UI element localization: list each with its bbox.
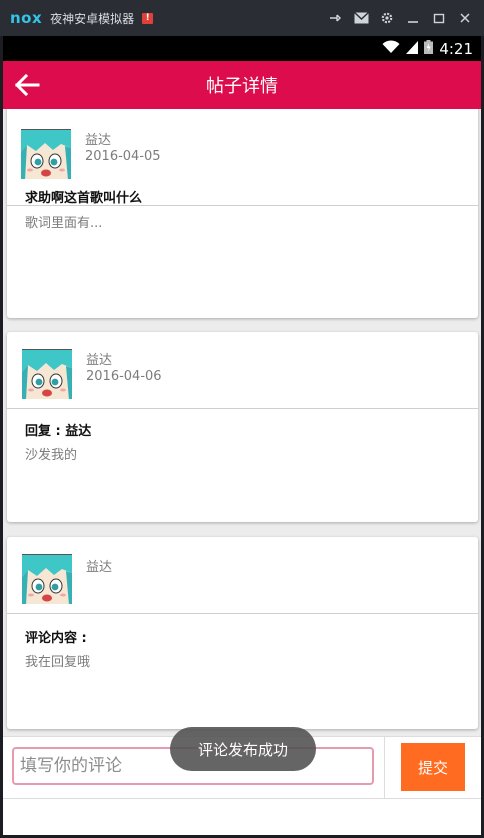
wifi-icon xyxy=(382,39,400,58)
post-title: 求助啊这首歌叫什么 xyxy=(25,191,143,206)
divider xyxy=(384,736,385,798)
phone-screen: 4:21 帖子详情 益达 2016-04-05 求助啊这首歌叫什么 歌词里面有.… xyxy=(3,36,481,835)
avatar[interactable] xyxy=(22,349,72,399)
avatar[interactable] xyxy=(22,554,72,604)
mail-icon[interactable] xyxy=(350,7,372,29)
app-bar: 帖子详情 xyxy=(3,61,481,109)
comment-card: 益达 2016-04-06 回复 : 益达 沙发我的 xyxy=(7,332,478,522)
post-detail-list[interactable]: 益达 2016-04-05 求助啊这首歌叫什么 歌词里面有... 益达 2016… xyxy=(3,109,481,737)
submit-button[interactable]: 提交 xyxy=(401,743,465,791)
back-arrow-icon[interactable] xyxy=(11,69,43,101)
emulator-window-controls xyxy=(324,0,476,36)
maximize-icon[interactable] xyxy=(428,7,450,29)
nox-logo: nox xyxy=(10,9,43,27)
post-card: 益达 2016-04-05 求助啊这首歌叫什么 歌词里面有... xyxy=(7,109,478,318)
comment-date: 2016-04-06 xyxy=(86,369,162,384)
emulator-title: 夜神安卓模拟器 xyxy=(50,11,135,26)
comment-text: 沙发我的 xyxy=(25,448,78,463)
toast-message: 评论发布成功 xyxy=(170,727,316,771)
pin-icon[interactable] xyxy=(324,7,346,29)
page-title: 帖子详情 xyxy=(206,76,278,97)
divider xyxy=(7,613,478,614)
battery-icon xyxy=(424,39,434,58)
minimize-icon[interactable] xyxy=(402,7,424,29)
emulator-title-bar: nox 夜神安卓模拟器 ! xyxy=(0,0,484,36)
status-bar: 4:21 xyxy=(3,36,481,61)
post-content: 歌词里面有... xyxy=(25,216,103,231)
settings-gear-icon[interactable] xyxy=(376,7,398,29)
close-icon[interactable] xyxy=(454,7,476,29)
author-name: 益达 xyxy=(85,133,112,148)
divider xyxy=(7,408,478,409)
status-time: 4:21 xyxy=(439,39,473,58)
comment-label: 回复 : 益达 xyxy=(25,424,92,439)
alert-badge[interactable]: ! xyxy=(142,12,154,24)
comment-card: 益达 评论内容 : 我在回复哦 xyxy=(7,537,478,729)
emulator-window: nox 夜神安卓模拟器 ! 4:21 帖子详情 益达 2016-04-05 求助… xyxy=(0,0,484,838)
comment-author: 益达 xyxy=(86,560,113,575)
avatar[interactable] xyxy=(21,129,71,179)
divider xyxy=(3,798,481,799)
comment-author: 益达 xyxy=(86,353,113,368)
comment-text: 我在回复哦 xyxy=(25,655,91,670)
divider xyxy=(7,205,478,206)
post-date: 2016-04-05 xyxy=(85,149,161,164)
signal-icon xyxy=(406,39,419,58)
comment-label: 评论内容 : xyxy=(25,631,87,646)
